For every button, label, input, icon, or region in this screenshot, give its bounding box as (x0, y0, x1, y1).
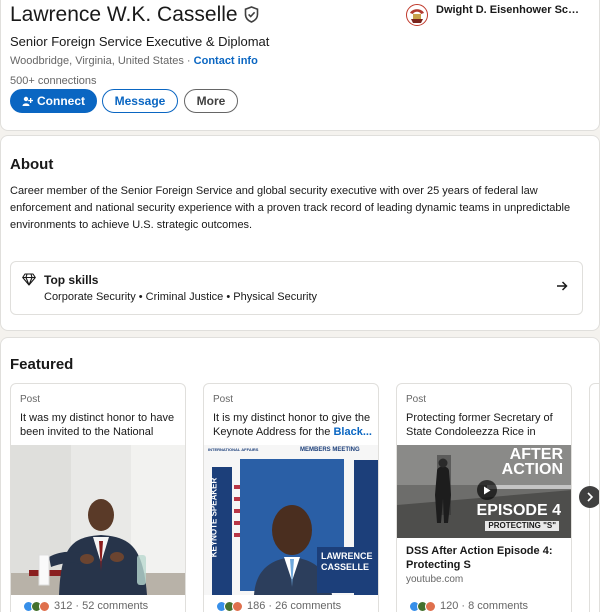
flyer-header: INTERNATIONAL AFFAIRS (208, 447, 259, 452)
item-snippet: Protecting former Secretary of State Con… (406, 412, 553, 438)
thumb-title-2: ACTION (501, 461, 563, 478)
hashtag-link[interactable]: Black... (333, 426, 372, 438)
separator: · (183, 55, 194, 67)
top-skills-list: Corporate Security • Criminal Justice • … (44, 291, 318, 303)
reactions-bar[interactable]: 120 · 8 comments (409, 600, 528, 612)
arrow-right-icon[interactable] (556, 281, 568, 291)
item-type: Post (406, 394, 427, 405)
reactions-bar[interactable]: 312 · 52 comments (23, 600, 148, 612)
profile-name: Lawrence W.K. Casselle (10, 3, 259, 27)
diamond-icon (22, 273, 36, 286)
about-text: Career member of the Senior Foreign Serv… (10, 185, 571, 231)
top-skills-title: Top skills (44, 273, 99, 287)
reaction-icons (216, 600, 243, 612)
thumb-subtitle: PROTECTING "S" (485, 521, 559, 531)
contact-info-link[interactable]: Contact info (194, 55, 258, 67)
play-button[interactable] (477, 480, 497, 500)
item-type: Post (213, 394, 234, 405)
top-skills-box[interactable]: Top skills Corporate Security • Criminal… (10, 261, 583, 315)
school-logo-icon (406, 4, 428, 26)
about-section: About Career member of the Senior Foreig… (0, 135, 600, 331)
speaker-photo-image (11, 445, 185, 595)
flyer-keynote: KEYNOTE SPEAKER (209, 477, 219, 558)
featured-item[interactable]: Post It was my distinct honor to have be… (10, 383, 186, 612)
verified-shield-icon[interactable] (244, 6, 259, 23)
chevron-right-icon (587, 492, 594, 502)
add-person-icon (22, 96, 33, 106)
link-source: youtube.com (406, 574, 464, 585)
about-title: About (10, 156, 54, 173)
flyer-first-name: LAWRENCE (321, 551, 373, 561)
reactions-bar[interactable]: 186 · 26 comments (216, 600, 341, 612)
flyer-last-name: CASSELLE (321, 562, 370, 572)
featured-section: Featured Post It was my distinct honor t… (0, 337, 600, 612)
featured-item[interactable]: Post Protecting former Secretary of Stat… (396, 383, 572, 612)
profile-headline: Senior Foreign Service Executive & Diplo… (10, 34, 270, 49)
reaction-icons (23, 600, 50, 612)
location-text: Woodbridge, Virginia, United States (10, 55, 184, 67)
featured-item[interactable]: Post It is my distinct honor to give the… (203, 383, 379, 612)
carousel-next-button[interactable] (579, 486, 599, 508)
school-name: Dwight D. Eisenhower School for National… (436, 4, 584, 16)
connections-count[interactable]: 500+ connections (10, 75, 97, 87)
location-line: Woodbridge, Virginia, United States · Co… (10, 55, 258, 67)
video-thumbnail[interactable]: AFTER ACTION EPISODE 4 PROTECTING "S" (397, 445, 571, 538)
thumb-episode: EPISODE 4 (476, 502, 561, 519)
profile-intro-card: Lawrence W.K. Casselle Senior Foreign Se… (0, 0, 600, 131)
keynote-flyer-image: INTERNATIONAL AFFAIRS MEMBERS MEETING KE… (204, 445, 378, 595)
item-snippet: It is my distinct honor to give the Keyn… (213, 412, 372, 438)
education-school-link[interactable]: Dwight D. Eisenhower School for National… (406, 3, 584, 26)
link-title[interactable]: DSS After Action Episode 4: Protecting S (406, 544, 566, 572)
featured-title: Featured (10, 356, 74, 373)
item-type: Post (20, 394, 41, 405)
message-button[interactable]: Message (102, 89, 178, 113)
item-snippet: It was my distinct honor to have been in… (20, 412, 175, 438)
reaction-icons (409, 600, 436, 612)
play-icon (484, 486, 491, 494)
more-button[interactable]: More (184, 89, 238, 113)
connect-button[interactable]: Connect (10, 89, 97, 113)
flyer-meeting: MEMBERS MEETING (300, 447, 360, 453)
